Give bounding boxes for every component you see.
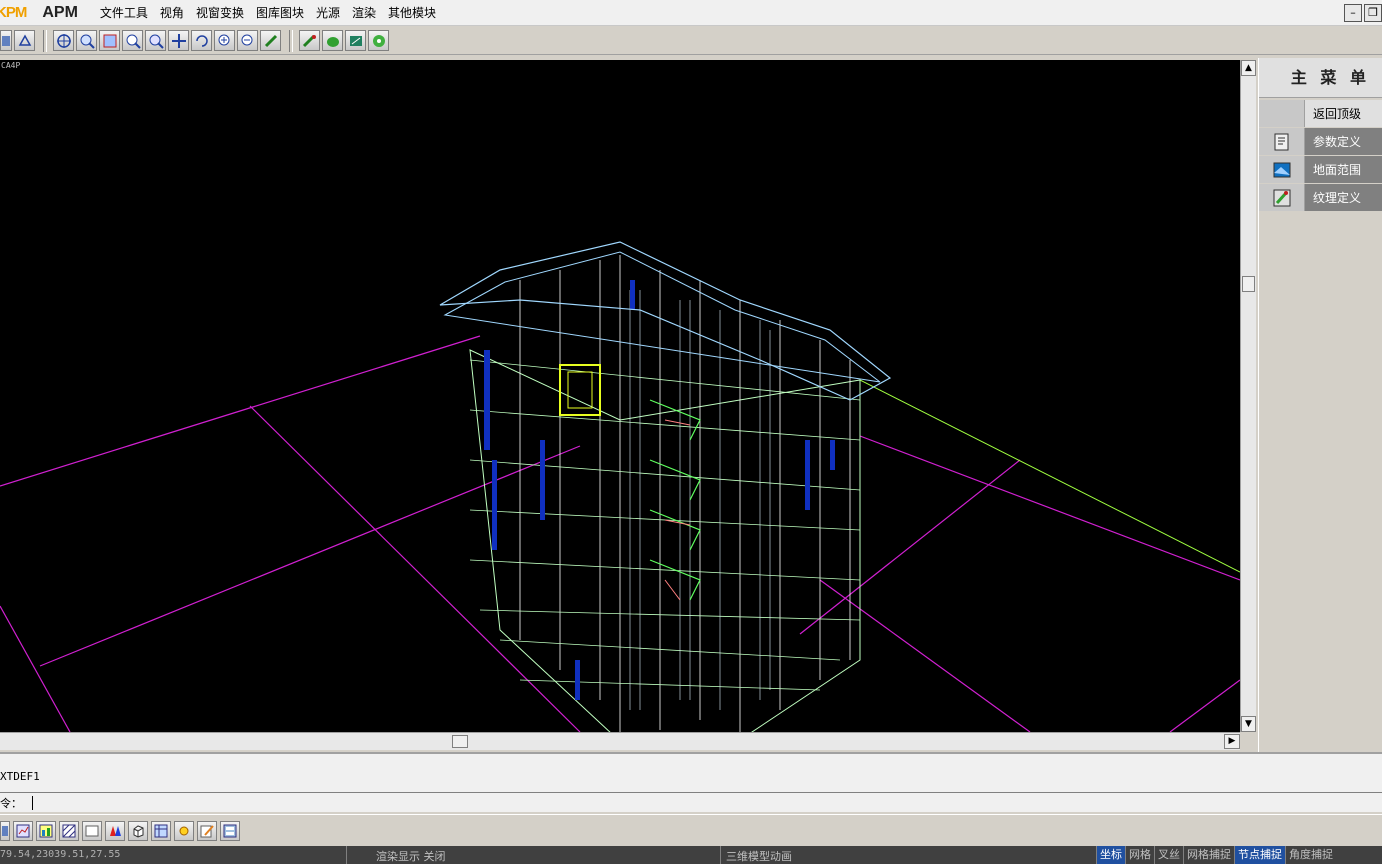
divider	[346, 846, 347, 864]
vertical-scroll-thumb[interactable]	[1242, 276, 1255, 292]
snap-toggles: 坐标 网格 叉丝 网格捕捉 节点捕捉 角度捕捉	[1096, 846, 1336, 864]
side-item-back-to-top[interactable]: 返回顶级	[1259, 100, 1382, 128]
ground-range-icon	[1259, 156, 1305, 183]
render-icon-2[interactable]	[322, 30, 343, 51]
main-toolbar	[0, 27, 1382, 55]
window-controls: – ❐	[1342, 4, 1382, 22]
toggle-node-snap[interactable]: 节点捕捉	[1234, 846, 1285, 864]
zoom-window-icon[interactable]	[122, 30, 143, 51]
status-bar: 79.54,23039.51,27.55 渲染显示 关闭 三维模型动画 坐标 网…	[0, 846, 1382, 864]
side-item-ground-range[interactable]: 地面范围	[1259, 156, 1382, 184]
chart-icon[interactable]	[13, 820, 33, 841]
layer-icon[interactable]	[0, 820, 10, 841]
render-display-status: 渲染显示 关闭	[376, 850, 446, 863]
texture-icon	[1259, 184, 1305, 211]
pattern-icon[interactable]	[59, 820, 79, 841]
bottom-toolbar	[0, 814, 1382, 846]
zoom-in-icon[interactable]	[76, 30, 97, 51]
horizontal-scroll-thumb[interactable]	[452, 735, 468, 748]
menu-window-transform[interactable]: 视窗变换	[190, 0, 250, 26]
mode-status: 三维模型动画	[726, 850, 792, 863]
color-icon[interactable]	[105, 820, 125, 841]
command-area: XTDEF1 令：	[0, 752, 1382, 812]
menu-light-source[interactable]: 光源	[310, 0, 346, 26]
toolbar-separator	[289, 29, 293, 52]
divider	[0, 792, 1382, 793]
pan-icon[interactable]	[168, 30, 189, 51]
viewport-label: CA4P	[1, 61, 21, 70]
scroll-down-icon[interactable]: ▼	[1241, 716, 1256, 732]
apm-logo: APM	[42, 3, 78, 21]
scroll-right-icon[interactable]: ▶	[1224, 734, 1240, 749]
cube-icon[interactable]	[128, 820, 148, 841]
axis-line	[859, 379, 1240, 573]
render-icon-3[interactable]	[345, 30, 366, 51]
toggle-angle-snap[interactable]: 角度捕捉	[1285, 846, 1336, 864]
3d-viewport[interactable]: CA4P	[0, 60, 1240, 732]
redraw-icon[interactable]	[260, 30, 281, 51]
menu-file-tools[interactable]: 文件工具	[94, 0, 154, 26]
parameters-icon	[1259, 128, 1305, 155]
command-prompt: 令：	[0, 797, 22, 810]
command-history: XTDEF1	[0, 770, 40, 783]
zoom-icon[interactable]	[145, 30, 166, 51]
table-icon[interactable]	[36, 820, 56, 841]
text-cursor	[32, 796, 33, 810]
render-icon-4[interactable]	[368, 30, 389, 51]
zoom-plus-icon[interactable]	[214, 30, 235, 51]
zoom-minus-icon[interactable]	[237, 30, 258, 51]
toggle-crosshair[interactable]: 叉丝	[1154, 846, 1183, 864]
toggle-grid-snap[interactable]: 网格捕捉	[1183, 846, 1234, 864]
app-logo: KPM APM	[0, 0, 94, 26]
settings-table-icon[interactable]	[220, 820, 240, 841]
vertical-scrollbar[interactable]: ▲ ▼	[1240, 60, 1256, 732]
toggle-grid[interactable]: 网格	[1125, 846, 1154, 864]
divider	[720, 846, 721, 864]
menu-other-modules[interactable]: 其他模块	[382, 0, 442, 26]
pkpm-logo: KPM	[0, 4, 27, 21]
scroll-up-icon[interactable]: ▲	[1241, 60, 1256, 76]
menu-render[interactable]: 渲染	[346, 0, 382, 26]
toggle-coordinates[interactable]: 坐标	[1096, 846, 1125, 864]
side-item-label: 返回顶级	[1305, 100, 1382, 127]
side-item-label: 参数定义	[1305, 128, 1382, 155]
side-item-label: 地面范围	[1305, 156, 1382, 183]
rotate-icon[interactable]	[191, 30, 212, 51]
target-icon[interactable]	[53, 30, 74, 51]
command-input-line[interactable]: 令：	[0, 794, 33, 812]
view-icon[interactable]	[0, 30, 12, 51]
side-item-texture[interactable]: 纹理定义	[1259, 184, 1382, 212]
cursor-coordinates: 79.54,23039.51,27.55	[0, 849, 121, 860]
wireframe-scene	[0, 241, 1240, 732]
side-item-label: 纹理定义	[1305, 184, 1382, 211]
menu-bar: KPM APM 文件工具 视角 视窗变换 图库图块 光源 渲染 其他模块 – ❐	[0, 0, 1382, 26]
edit-icon[interactable]	[197, 820, 217, 841]
sun-icon[interactable]	[174, 820, 194, 841]
toolbar-separator	[43, 29, 47, 52]
side-menu-panel: 主 菜 单 返回顶级 参数定义 地面范围 纹理定义	[1258, 58, 1382, 752]
blank-icon	[1259, 100, 1305, 127]
menu-library-blocks[interactable]: 图库图块	[250, 0, 310, 26]
zoom-fit-icon[interactable]	[99, 30, 120, 51]
render-icon-1[interactable]	[299, 30, 320, 51]
restore-button[interactable]: ❐	[1364, 4, 1382, 22]
image-icon[interactable]	[82, 820, 102, 841]
menu-view-angle[interactable]: 视角	[154, 0, 190, 26]
horizontal-scrollbar[interactable]: ▶	[0, 732, 1240, 750]
building-wireframe	[439, 241, 892, 732]
minimize-button[interactable]: –	[1344, 4, 1362, 22]
grid-table-icon[interactable]	[151, 820, 171, 841]
side-menu-title: 主 菜 单	[1259, 58, 1382, 98]
side-item-parameters[interactable]: 参数定义	[1259, 128, 1382, 156]
fill-icon[interactable]	[14, 30, 35, 51]
